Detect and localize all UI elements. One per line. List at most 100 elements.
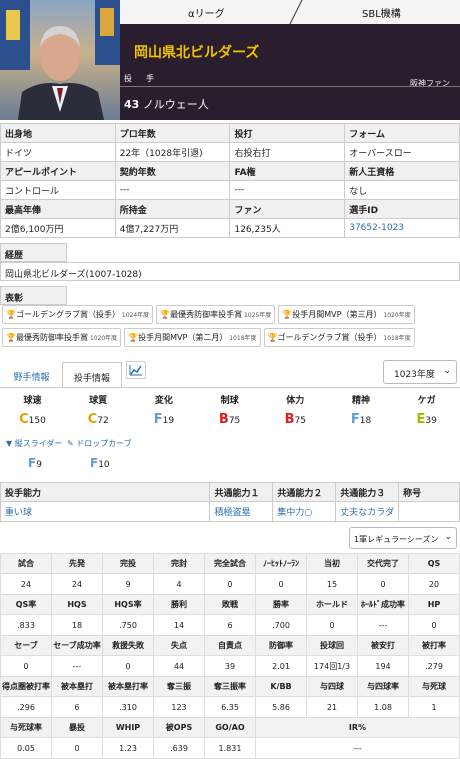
ability-label: 制球: [220, 396, 239, 406]
stat-value: 39: [204, 655, 256, 677]
pitch-value: F10: [90, 456, 110, 470]
divider: [120, 86, 460, 87]
stat-value: 1.831: [204, 737, 256, 759]
pro-years-label: プロ年数: [114, 123, 231, 143]
awards-list: 🏆ゴールデングラブ賞（投手） 1024年度 🏆最優秀防御率投手賞 1025年度 🏆投…: [2, 305, 458, 347]
year-select[interactable]: 1023年度 ⌄: [383, 360, 457, 384]
skill-link[interactable]: 丈夫なカラダ: [340, 508, 394, 518]
chart-button[interactable]: [126, 361, 146, 379]
stats-value-row: 0 --- 0 44 39 2.01 174回1/3 194.279: [0, 655, 460, 677]
award-name: 投手月間MVP（第三月）: [292, 310, 382, 319]
ability-number: 72: [97, 416, 109, 426]
skill-header-0: 投手能力: [0, 482, 211, 502]
ability-grid: 球速 C150 球質 C72 変化 F19 制球 B75 体力 B75 精神 F18 ケガ E39: [0, 389, 460, 432]
stat-label: 被OPS: [153, 717, 205, 738]
stat-label: 失点: [153, 635, 205, 656]
league-name: αリーグ: [188, 9, 225, 20]
pitch-label: ドロップカーブ: [73, 439, 132, 448]
contract-label: 契約年数: [114, 161, 231, 181]
ability-label: 球質: [89, 396, 108, 406]
stat-value: .310: [102, 696, 154, 718]
stat-label: 被本塁打: [51, 676, 103, 697]
pitch-list: ▼ 縦スライダー F9 ✎ ドロップカーブ F10: [0, 434, 460, 478]
form-value: オーバースロー: [344, 142, 460, 162]
fa-value: ---: [229, 180, 346, 200]
pitch-rank: F: [28, 456, 37, 470]
stats-value-row: 24 24 9 4 0 0 15 0 20: [0, 573, 460, 595]
stat-label: 自責点: [204, 635, 256, 656]
ability-number: 19: [162, 416, 175, 426]
ability-label: 球速: [23, 396, 42, 406]
stat-value: 5.86: [255, 696, 307, 718]
skill-link[interactable]: 重い球: [5, 508, 32, 518]
player-position: 投 手: [124, 74, 157, 83]
birthplace-label: 出身地: [0, 123, 116, 143]
stat-value: 0: [0, 655, 52, 677]
trophy-icon: 🏆: [6, 310, 16, 319]
stat-label: セーブ成功率: [51, 635, 103, 656]
awards-row: 🏆最優秀防御率投手賞 1020年度 🏆投手月間MVP（第二月） 1018年度 🏆ゴー…: [2, 328, 458, 347]
stat-value: 44: [153, 655, 205, 677]
stat-value: .833: [0, 614, 52, 636]
ability-value: F18: [329, 412, 394, 427]
tab-fielder[interactable]: 野手情報: [4, 365, 59, 387]
skill-header-2: 共通能力２: [272, 482, 337, 502]
ability-label: 変化: [154, 396, 173, 406]
ability-rank: B: [284, 412, 295, 427]
fans-label: ファン: [229, 199, 346, 219]
award-year: 1020年度: [87, 335, 118, 342]
divider-slash: [289, 0, 303, 24]
tab-pitcher[interactable]: 投手情報: [62, 362, 122, 388]
stat-label: GO/AO: [204, 717, 256, 738]
award-badge: 🏆ゴールデングラブ賞（投手） 1024年度: [2, 305, 154, 324]
chart-icon: [129, 365, 142, 376]
ability-number: 75: [228, 416, 241, 426]
rookie-value: なし: [344, 180, 460, 200]
ability-label: 精神: [351, 396, 370, 406]
award-name: 最優秀防御率投手賞: [170, 310, 243, 319]
stat-label: 当初: [306, 553, 358, 574]
stat-value: 194: [357, 655, 409, 677]
stat-value: 24: [0, 573, 52, 595]
stat-label: 得点圏被打率: [0, 676, 52, 697]
uniform-number: 43: [124, 98, 140, 111]
stat-label: 完封: [153, 553, 205, 574]
skill-link[interactable]: 積極盗塁: [214, 508, 250, 518]
pitch-name: ✎ ドロップカーブ: [67, 438, 132, 449]
season-select[interactable]: 1軍レギュラーシーズン ⌄: [349, 527, 457, 549]
ability-value: C150: [0, 412, 65, 427]
ability-number: 18: [359, 416, 372, 426]
fa-label: FA権: [229, 161, 346, 181]
stat-value: .296: [0, 696, 52, 718]
ability-rank: B: [218, 412, 229, 427]
ability-6: ケガ E39: [394, 389, 459, 432]
pitch-rank: F: [90, 456, 99, 470]
team-name: 岡山県北ビルダーズ: [134, 45, 260, 61]
stats-value-row: .833 18.750 14 6.700 0 --- 0: [0, 614, 460, 636]
stat-value: 123: [153, 696, 205, 718]
league-bar: αリーグ SBL機構: [120, 0, 460, 24]
appeal-label: アピールポイント: [0, 161, 116, 181]
pitch-name: ▼ 縦スライダー: [6, 438, 62, 449]
stat-label: WHIP: [102, 717, 154, 738]
stats-table: 試合 先発 完投 完封 完全試合 ﾉｰﾋｯﾄﾉｰﾗﾝ 当初 交代完了 QS 24 24 9 4 0 0 15 0…: [0, 553, 460, 759]
max-salary-label: 最高年俸: [0, 199, 116, 219]
skill-header-4: 称号: [398, 482, 460, 502]
ability-value: C72: [66, 412, 131, 427]
stat-value: 9: [102, 573, 154, 595]
ability-1: 球質 C72: [66, 389, 131, 432]
award-name: ゴールデングラブ賞（投手）: [277, 333, 382, 342]
nationality: ノルウェー人: [142, 98, 209, 111]
skill-link[interactable]: 集中力○: [277, 508, 312, 518]
stat-label: 奪三振: [153, 676, 205, 697]
money-value: 4億7,227万円: [114, 218, 231, 238]
stat-label: ホールド: [306, 594, 358, 615]
award-badge: 🏆投手月間MVP（第三月） 1020年度: [278, 305, 415, 324]
tab-fielder-label: 野手情報: [13, 373, 50, 383]
player-id-link[interactable]: 37652-1023: [349, 223, 404, 233]
stat-value: 6: [51, 696, 103, 718]
tab-line: [0, 387, 460, 388]
stat-label: 与死球: [408, 676, 460, 697]
award-badge: 🏆ゴールデングラブ賞（投手） 1018年度: [263, 328, 415, 347]
stat-value: ---: [51, 655, 103, 677]
